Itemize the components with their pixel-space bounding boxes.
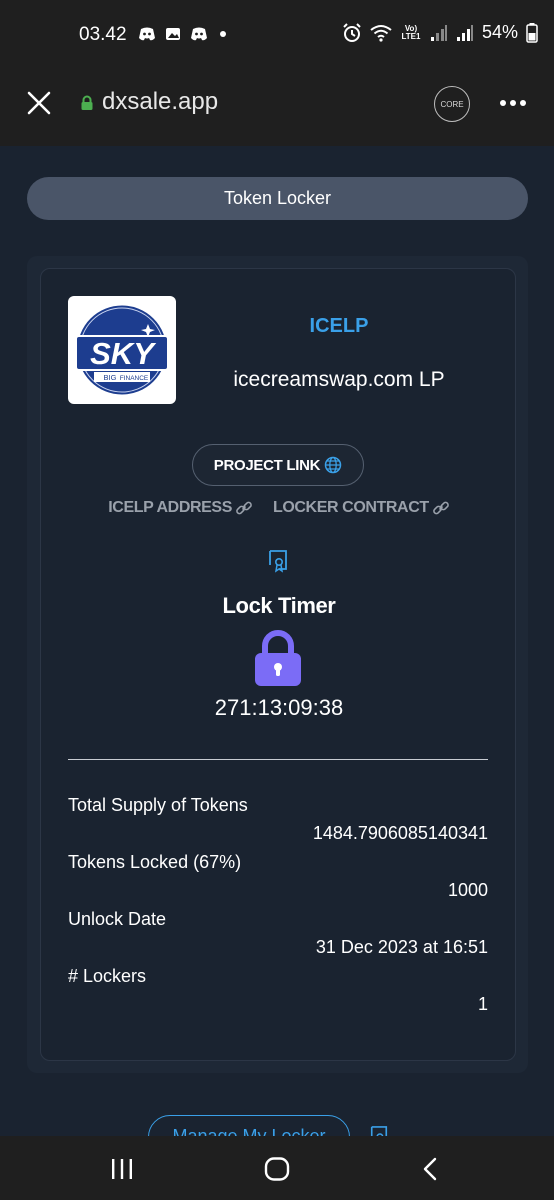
- status-right: Vo) LTE1 54%: [342, 22, 538, 43]
- alarm-icon: [343, 22, 361, 42]
- system-nav-bar: [0, 1136, 554, 1200]
- contract-links: ICELP ADDRESS LOCKER CONTRACT: [41, 499, 517, 517]
- locker-contract-link[interactable]: LOCKER CONTRACT: [273, 499, 450, 517]
- certificate-icon[interactable]: [267, 549, 289, 573]
- token-address-label: ICELP ADDRESS: [108, 499, 232, 516]
- core-badge[interactable]: CORE: [434, 86, 470, 122]
- info-label: # Lockers: [68, 966, 147, 986]
- gallery-icon: [166, 28, 180, 40]
- chain-link-icon: [432, 501, 449, 515]
- more-options-icon[interactable]: [500, 100, 526, 106]
- discord-icon: [139, 27, 155, 41]
- status-bar: 03.42 Vo) LTE1 54%: [0, 0, 554, 70]
- wifi-icon: [370, 24, 392, 42]
- token-symbol: ICELP: [309, 315, 369, 337]
- notification-icons: [138, 26, 226, 42]
- locker-contract-label: LOCKER CONTRACT: [272, 499, 429, 516]
- project-link-label: PROJECT LINK: [213, 456, 321, 474]
- secure-lock-icon: [81, 95, 93, 110]
- info-label: Total Supply of Tokens: [68, 795, 248, 815]
- signal-icon: [456, 24, 473, 41]
- back-icon[interactable]: [420, 1157, 440, 1181]
- chain-link-icon: [236, 501, 252, 515]
- token-address-link[interactable]: ICELP ADDRESS: [108, 499, 253, 517]
- info-row-tokens-locked: Tokens Locked (67%) 1000: [68, 848, 488, 905]
- info-value: 1000: [447, 880, 488, 900]
- info-label: Tokens Locked (67%): [68, 852, 242, 872]
- info-row-total-supply: Total Supply of Tokens 1484.790608514034…: [68, 791, 488, 848]
- discord-icon: [191, 27, 207, 41]
- info-label: Unlock Date: [68, 909, 167, 929]
- token-logo: SKY BIG FINANCE: [68, 296, 176, 404]
- locker-card: SKY BIG FINANCE ICELP icecreamswap.com L…: [27, 256, 528, 1073]
- info-value: 31 Dec 2023 at 16:51: [315, 937, 488, 957]
- volte-label: Vo) LTE1: [401, 23, 421, 41]
- logo-tagline-left: BIG: [104, 373, 117, 382]
- more-notifications-dot: [220, 31, 226, 37]
- page-content: Token Locker SKY BIG FINANCE ICELP icecr…: [0, 146, 554, 1159]
- lock-countdown: 271:13:09:38: [214, 695, 344, 720]
- logo-tagline-right: FINANCE: [120, 375, 149, 382]
- info-value: 1484.7906085140341: [312, 823, 488, 843]
- info-value: 1: [477, 994, 488, 1014]
- padlock-icon: [255, 630, 301, 686]
- browser-toolbar: dxsale.app CORE: [0, 70, 554, 146]
- home-icon[interactable]: [264, 1157, 290, 1181]
- info-row-lockers: # Lockers 1: [68, 962, 488, 1019]
- status-time: 03.42: [79, 24, 127, 45]
- info-row-unlock-date: Unlock Date 31 Dec 2023 at 16:51: [68, 905, 488, 962]
- sky-finance-logo: SKY BIG FINANCE: [74, 302, 170, 398]
- battery-icon: [526, 22, 538, 43]
- locker-details: SKY BIG FINANCE ICELP icecreamswap.com L…: [40, 268, 516, 1061]
- divider: [68, 759, 488, 760]
- token-locker-header[interactable]: Token Locker: [27, 177, 528, 220]
- battery-percent: 54%: [481, 22, 518, 42]
- signal-icon: [430, 24, 447, 41]
- close-icon[interactable]: [26, 90, 52, 116]
- url-text[interactable]: dxsale.app: [102, 88, 218, 116]
- lock-timer-title: Lock Timer: [222, 593, 336, 618]
- recent-apps-icon[interactable]: [110, 1158, 134, 1180]
- logo-brand: SKY: [90, 336, 157, 371]
- token-name: icecreamswap.com LP: [233, 368, 445, 391]
- globe-icon: [324, 456, 342, 474]
- project-link-button[interactable]: PROJECT LINK: [192, 444, 364, 486]
- lock-info-list: Total Supply of Tokens 1484.790608514034…: [68, 791, 488, 1019]
